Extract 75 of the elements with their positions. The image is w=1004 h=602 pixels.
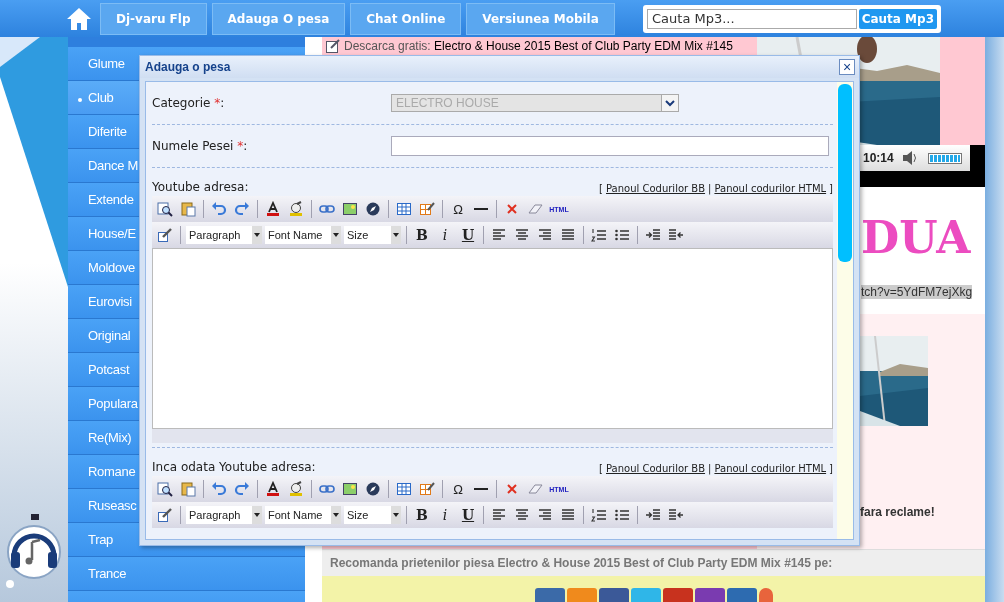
share-button[interactable] (534, 588, 565, 602)
dropdown-arrow-icon (254, 513, 260, 517)
sidebar-label: Diferite (88, 124, 127, 139)
special-char-button[interactable]: Ω (448, 199, 468, 219)
edit-icon (326, 39, 340, 53)
sidebar-label: Re(Mix) (88, 430, 132, 445)
edit-icon[interactable] (155, 505, 175, 525)
sidebar-label: Original (88, 328, 131, 343)
format-dropdown[interactable]: Font Name (265, 506, 341, 524)
separator: | (708, 463, 712, 474)
close-button[interactable]: × (839, 59, 855, 75)
italic-button[interactable]: i (435, 225, 455, 245)
sidebar-label: Glume (88, 56, 125, 71)
sidebar-label: Club (88, 90, 114, 105)
input-field[interactable] (391, 136, 829, 156)
field-label: Numele Pesei *: (152, 139, 249, 153)
share-button[interactable] (598, 588, 629, 602)
dropdown-arrow-icon (333, 513, 339, 517)
share-button[interactable] (694, 588, 725, 602)
scrollbar[interactable] (837, 82, 853, 539)
chevron-icon (665, 99, 675, 107)
sidebar-label: Romane (88, 464, 136, 479)
sidebar-label: Dance M (88, 158, 138, 173)
panel-link[interactable]: Panoul codurilor HTML (714, 183, 827, 194)
search-field[interactable]: Cauta Mp3... (647, 8, 857, 29)
sidebar-label: Trance (88, 566, 127, 581)
dropdown-arrow-icon (333, 233, 339, 237)
notice-text: fara reclame! (860, 505, 935, 519)
bold-button[interactable]: B (412, 505, 432, 525)
bracket: [ (599, 183, 603, 194)
sidebar-label: Populara (88, 396, 138, 411)
url-text: tch?v=5YdFM7ejXkg (861, 285, 973, 299)
sidebar-label: Moldove (88, 260, 136, 275)
site-logo: DUA (861, 212, 971, 263)
sidebar-label: Potcast (88, 362, 130, 377)
dropdown-arrow-icon (393, 513, 399, 517)
format-dropdown[interactable]: Size (344, 506, 401, 524)
headphones-icon[interactable] (6, 512, 62, 588)
sidebar-label: House/E (88, 226, 136, 241)
home-icon[interactable] (66, 6, 92, 31)
sidebar-label: Trap (88, 532, 114, 547)
panel-link[interactable]: Panoul Codurilor BB (606, 463, 706, 474)
bracket: ] (829, 183, 833, 194)
bracket: ] (829, 463, 833, 474)
bracket: [ (599, 463, 603, 474)
time-display: 10:14 (863, 151, 894, 165)
dropdown-arrow-icon (254, 233, 260, 237)
recommend-text: Recomanda prietenilor piesa Electro & House 2015 Best of Club Party EDM Mix #145 pe: (330, 555, 833, 570)
format-dropdown[interactable]: Font Name (265, 226, 341, 244)
field-label: Categorie *: (152, 96, 226, 110)
field-label: Inca odata Youtube adresa: (152, 460, 316, 474)
format-dropdown[interactable]: Paragraph (186, 506, 262, 524)
underline-button[interactable]: U (458, 505, 478, 525)
preview-icon[interactable] (155, 199, 175, 219)
share-button[interactable] (726, 588, 757, 602)
dropdown-arrow-icon (393, 233, 399, 237)
underline-button[interactable]: U (458, 225, 478, 245)
italic-button[interactable]: i (435, 505, 455, 525)
edit-icon[interactable] (155, 225, 175, 245)
format-dropdown[interactable]: Size (344, 226, 401, 244)
sidebar-label: Ruseasc (88, 498, 137, 513)
bold-button[interactable]: B (412, 225, 432, 245)
separator: | (708, 183, 712, 194)
sidebar-label: Eurovisi (88, 294, 132, 309)
format-dropdown[interactable]: Paragraph (186, 226, 262, 244)
sidebar-label: Extende (88, 192, 134, 207)
panel-link[interactable]: Panoul Codurilor BB (606, 183, 706, 194)
panel-link[interactable]: Panoul codurilor HTML (714, 463, 827, 474)
download-text: Descarca gratis: Electro & House 2015 Best of Club Party EDM Mix #145 (344, 39, 733, 53)
special-char-button[interactable]: Ω (448, 479, 468, 499)
dialog-title: Adauga o pesa (145, 60, 231, 74)
share-button[interactable] (662, 588, 693, 602)
preview-icon[interactable] (155, 479, 175, 499)
share-button[interactable] (758, 588, 773, 602)
field-label: Youtube adresa: (152, 180, 249, 194)
